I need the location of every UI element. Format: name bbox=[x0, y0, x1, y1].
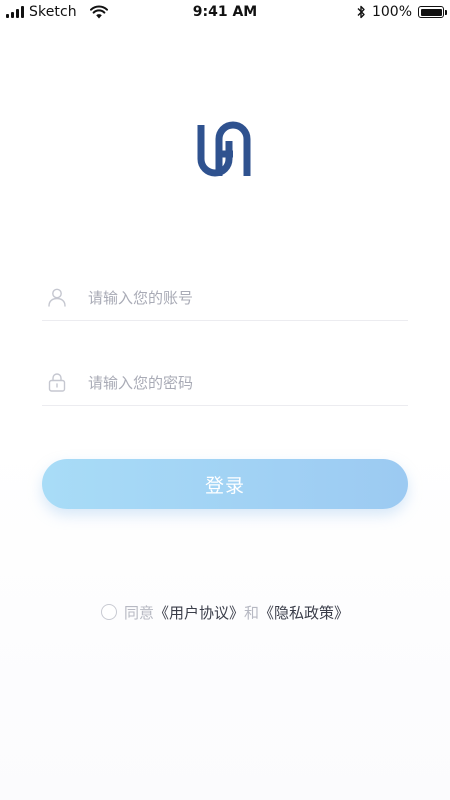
battery-icon bbox=[418, 6, 447, 18]
account-input[interactable] bbox=[88, 285, 388, 311]
agreement-row: 同意 《用户协议》 和 《隐私政策》 bbox=[0, 601, 450, 623]
and-text: 和 bbox=[244, 603, 260, 622]
user-agreement-link[interactable]: 《用户协议》 bbox=[154, 602, 244, 623]
privacy-policy-link[interactable]: 《隐私政策》 bbox=[259, 602, 349, 623]
user-icon bbox=[48, 288, 66, 307]
brand-logo bbox=[197, 121, 251, 177]
battery-percent: 100% bbox=[371, 4, 412, 20]
account-field bbox=[42, 277, 408, 321]
agree-text: 同意 bbox=[123, 603, 154, 622]
battery-fill bbox=[420, 8, 442, 16]
bluetooth-icon bbox=[357, 5, 365, 19]
password-input[interactable] bbox=[88, 370, 388, 396]
status-bar: Sketch 9:41 AM 100% bbox=[0, 0, 450, 24]
agreement-checkbox[interactable] bbox=[100, 604, 117, 620]
lock-icon bbox=[48, 373, 66, 392]
login-screen: Sketch 9:41 AM 100% 请输入您的账号 登录 同意 《用户协议》… bbox=[0, 0, 450, 800]
password-field bbox=[42, 362, 408, 406]
status-bar-right: 100% bbox=[356, 4, 447, 20]
login-button[interactable]: 登录 bbox=[42, 459, 408, 509]
